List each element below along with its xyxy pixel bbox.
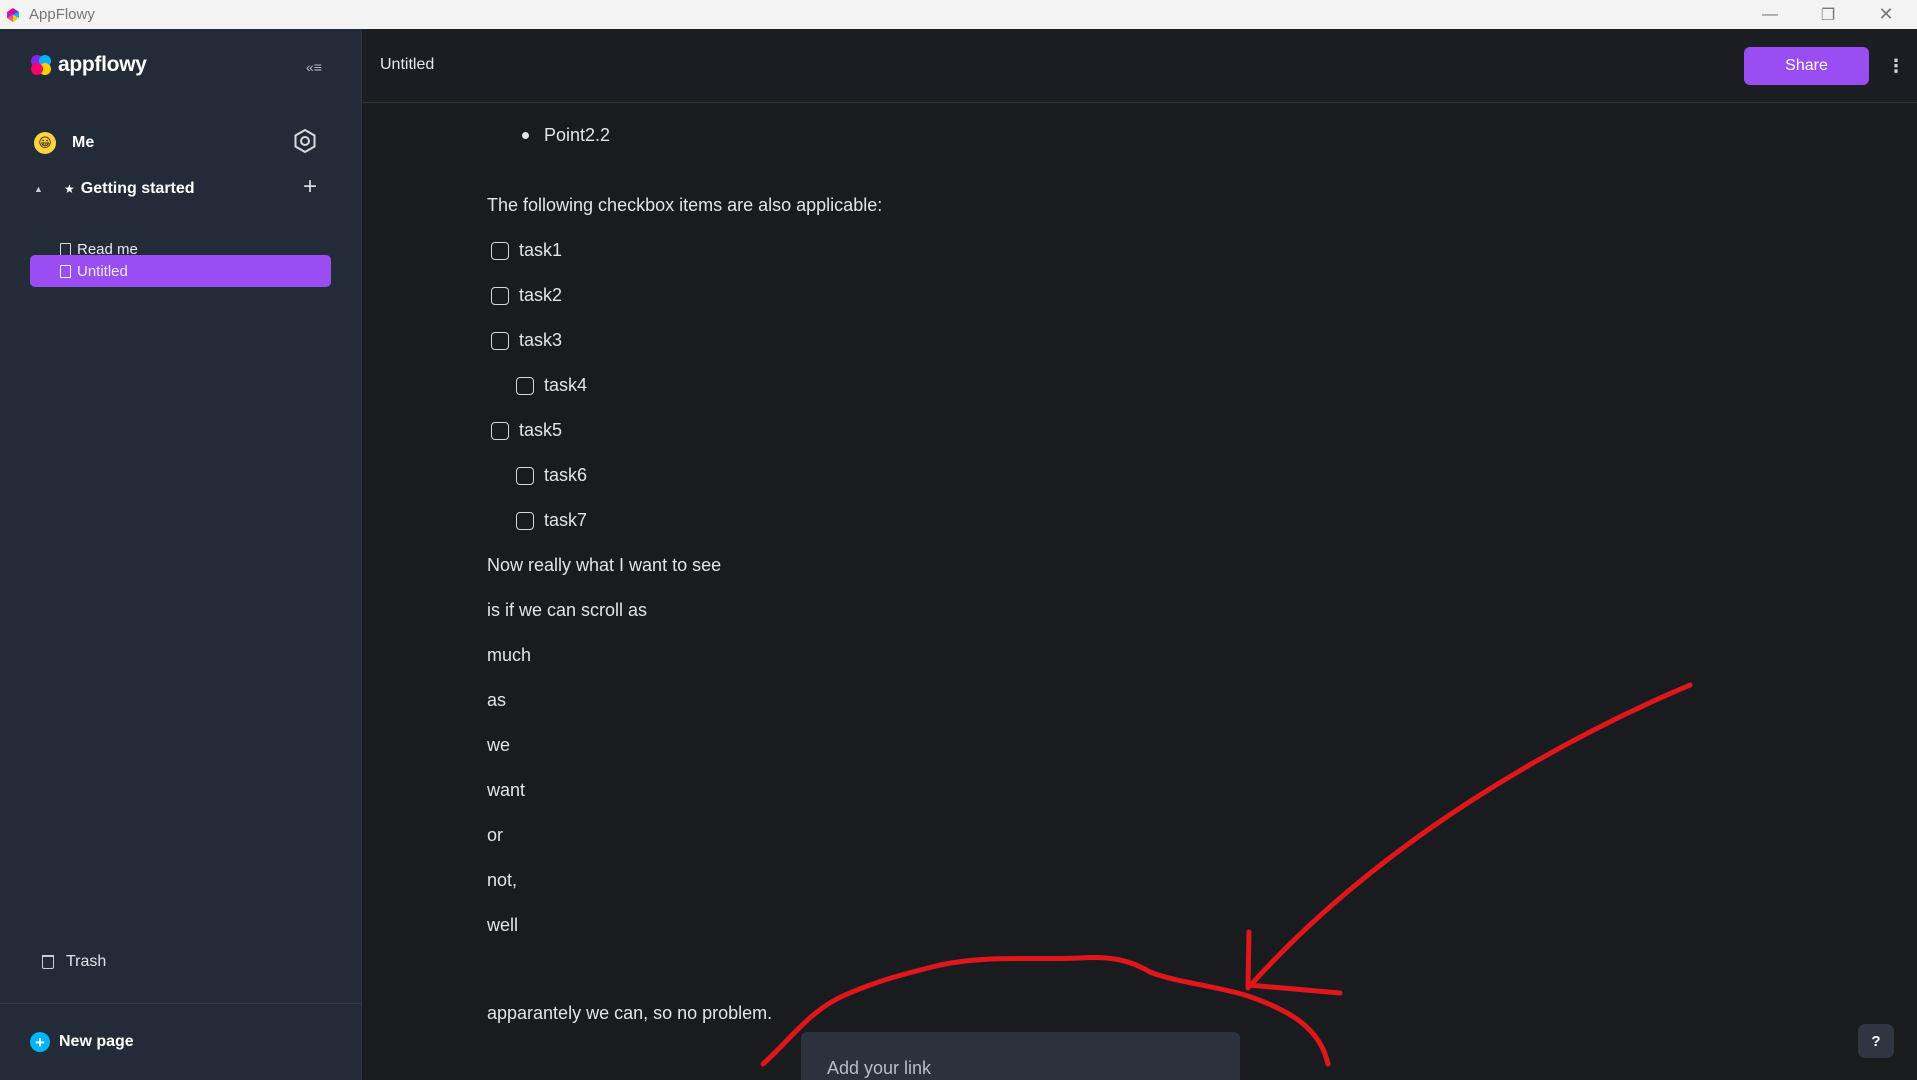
- avatar: 😀: [34, 132, 56, 154]
- section-getting-started[interactable]: ▲ ★ Getting started: [34, 176, 324, 202]
- brand: appflowy: [30, 53, 147, 77]
- document-icon: [60, 242, 71, 256]
- appflowy-logo-icon: [31, 55, 51, 75]
- sidebar-divider: [0, 1003, 362, 1004]
- paragraph[interactable]: want: [487, 780, 525, 801]
- appflowy-logo-icon: [7, 7, 19, 22]
- paragraph[interactable]: or: [487, 825, 503, 846]
- paragraph[interactable]: The following checkbox items are also ap…: [487, 195, 882, 216]
- more-options-icon[interactable]: ⋮: [1887, 51, 1905, 81]
- paragraph[interactable]: well: [487, 915, 518, 936]
- trash-button[interactable]: Trash: [42, 953, 106, 971]
- link-popup[interactable]: Add your link: [801, 1032, 1240, 1080]
- page-title: Untitled: [380, 56, 435, 73]
- new-page-label: New page: [59, 1033, 134, 1050]
- document-header: Untitled Share ⋮: [363, 29, 1917, 103]
- checkbox[interactable]: [516, 467, 534, 485]
- section-label: ★ Getting started: [64, 180, 195, 197]
- plus-circle-icon: +: [30, 1032, 50, 1052]
- share-button[interactable]: Share: [1744, 47, 1869, 85]
- checkbox-label[interactable]: task1: [519, 240, 562, 261]
- checkbox[interactable]: [491, 242, 509, 260]
- document-editor[interactable]: Point2.2 The following checkbox items ar…: [363, 104, 1917, 1080]
- checkbox[interactable]: [516, 377, 534, 395]
- bullet-icon: [522, 132, 529, 139]
- checkbox-label[interactable]: task5: [519, 420, 562, 441]
- collapse-sidebar-button[interactable]: «≡: [302, 55, 326, 79]
- checkbox-label[interactable]: task6: [544, 465, 587, 486]
- paragraph[interactable]: we: [487, 735, 510, 756]
- window-title: AppFlowy: [29, 6, 95, 23]
- close-button[interactable]: ✕: [1857, 0, 1915, 29]
- paragraph[interactable]: is if we can scroll as: [487, 600, 647, 621]
- checkbox-label[interactable]: task7: [544, 510, 587, 531]
- bullet-item[interactable]: Point2.2: [544, 125, 610, 146]
- paragraph[interactable]: as: [487, 690, 506, 711]
- sidebar: appflowy «≡ 😀 Me ▲ ★ Getting started + Re…: [0, 29, 362, 1080]
- sidebar-item-label: Untitled: [77, 262, 128, 280]
- paragraph[interactable]: apparantely we can, so no problem.: [487, 1003, 772, 1024]
- star-icon: ★: [64, 182, 75, 196]
- checkbox-label[interactable]: task3: [519, 330, 562, 351]
- sidebar-item-untitled[interactable]: Untitled: [30, 255, 331, 287]
- help-button[interactable]: ?: [1858, 1024, 1894, 1058]
- window-titlebar: AppFlowy: [0, 0, 1917, 29]
- add-page-button[interactable]: +: [298, 175, 322, 200]
- maximize-button[interactable]: ❐: [1799, 0, 1857, 29]
- paragraph[interactable]: Now really what I want to see: [487, 555, 721, 576]
- user-profile[interactable]: 😀 Me: [34, 129, 324, 157]
- new-page-button[interactable]: + New page: [30, 1032, 134, 1052]
- checkbox-label[interactable]: task4: [544, 375, 587, 396]
- trash-label: Trash: [66, 953, 107, 970]
- trash-icon: [42, 955, 54, 969]
- caret-up-icon[interactable]: ▲: [34, 184, 46, 194]
- settings-gear-icon[interactable]: [292, 128, 318, 154]
- paragraph[interactable]: not,: [487, 870, 517, 891]
- checkbox-label[interactable]: task2: [519, 285, 562, 306]
- brand-name: appflowy: [58, 53, 147, 76]
- checkbox[interactable]: [491, 422, 509, 440]
- checkbox[interactable]: [516, 512, 534, 530]
- paragraph[interactable]: much: [487, 645, 531, 666]
- checkbox[interactable]: [491, 287, 509, 305]
- minimize-button[interactable]: —: [1741, 0, 1799, 29]
- link-input-placeholder[interactable]: Add your link: [827, 1058, 931, 1079]
- checkbox[interactable]: [491, 332, 509, 350]
- user-name: Me: [72, 134, 95, 151]
- document-icon: [60, 264, 71, 278]
